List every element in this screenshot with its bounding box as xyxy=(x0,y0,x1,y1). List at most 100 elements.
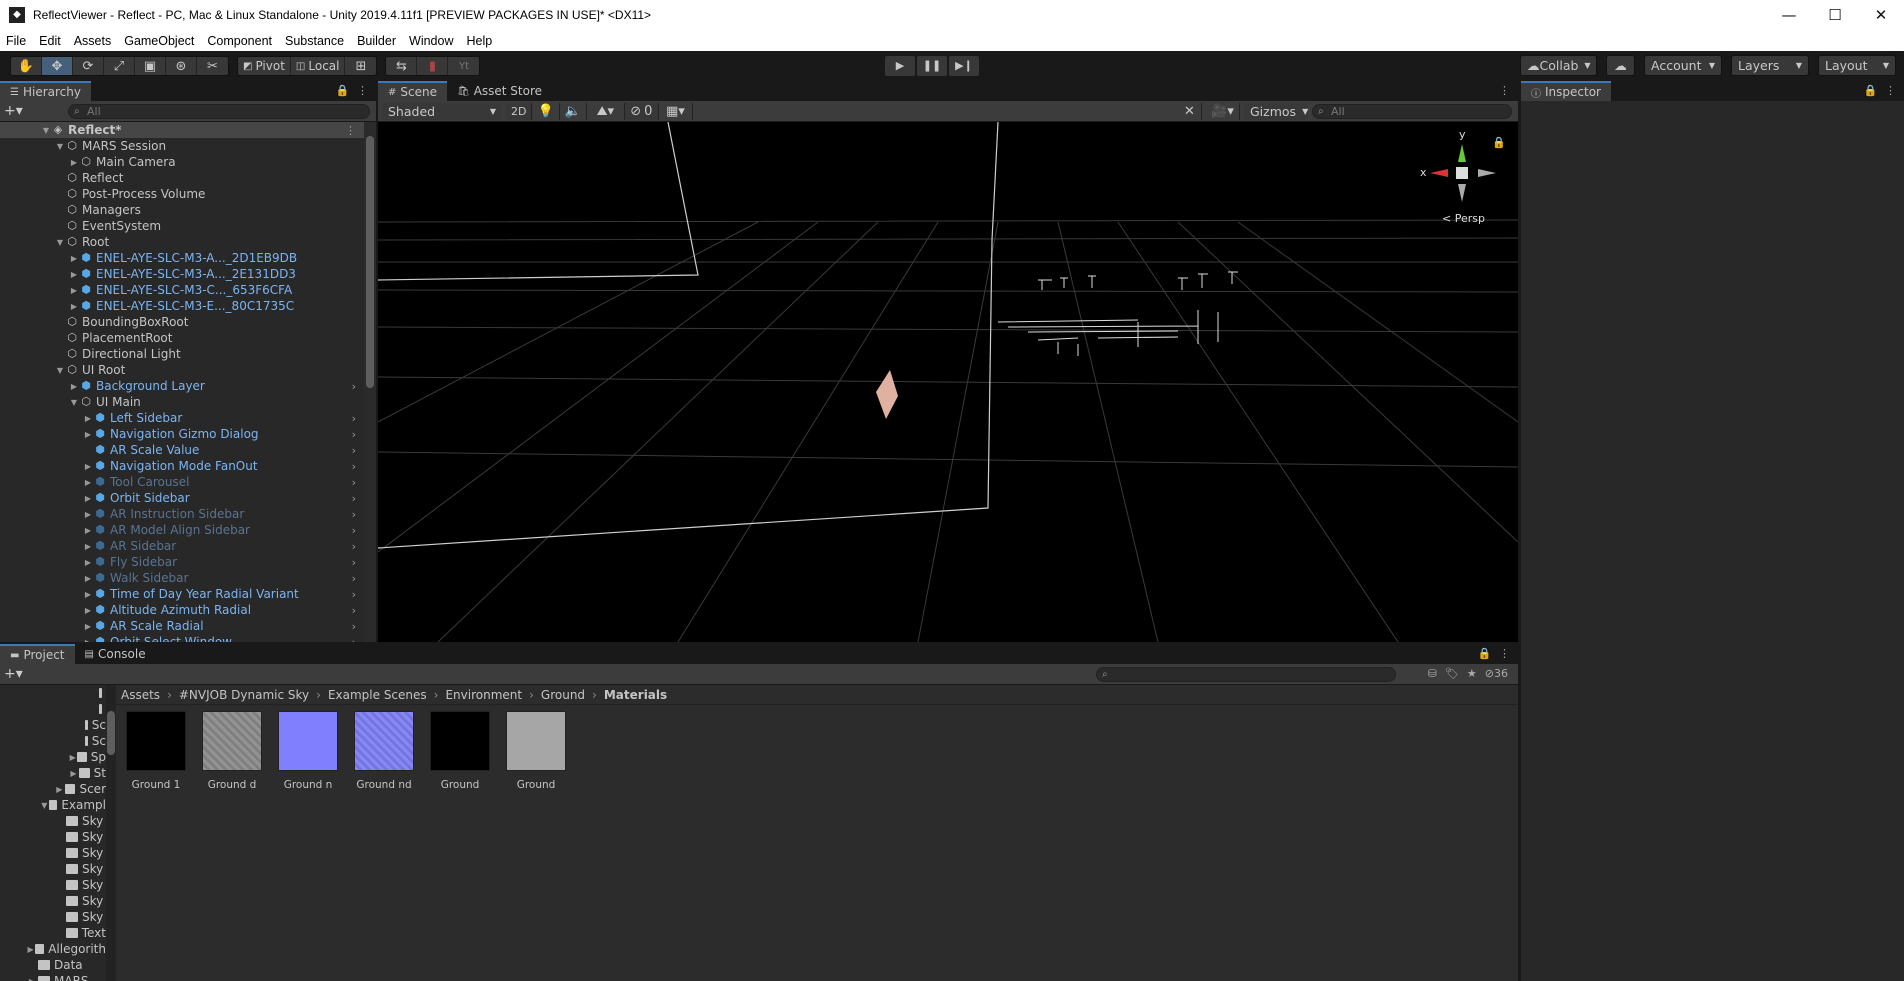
project-tree-item[interactable] xyxy=(0,701,106,717)
project-tree-item[interactable]: ▼ Exampl xyxy=(0,797,106,813)
breadcrumb-item[interactable]: #NVJOB Dynamic Sky xyxy=(179,688,309,702)
project-tree-scrollbar[interactable] xyxy=(106,685,116,981)
scene-viewport[interactable]: y x < Persp 🔒 xyxy=(378,122,1518,642)
tools-icon[interactable]: ✕ xyxy=(1178,103,1202,120)
project-tree-item[interactable]: Sky xyxy=(0,861,106,877)
open-prefab-chevron-icon[interactable]: › xyxy=(352,556,356,569)
hierarchy-row[interactable]: ▶ ⬢ Altitude Azimuth Radial › xyxy=(0,602,364,618)
effects-icon[interactable]: ⛰▾ xyxy=(587,102,625,120)
hierarchy-row[interactable]: ▼ ⬡ UI Root xyxy=(0,362,364,378)
expand-arrow-icon[interactable]: ▶ xyxy=(68,753,77,762)
favorite-star-icon[interactable]: ★ xyxy=(1467,667,1477,680)
collapse-arrow-icon[interactable]: ▶ xyxy=(68,270,80,279)
scene-orientation-gizmo[interactable]: y x < Persp 🔒 xyxy=(1420,128,1506,225)
asset-item[interactable]: Ground n xyxy=(272,711,344,791)
breadcrumb-item[interactable]: Example Scenes xyxy=(328,688,427,702)
project-tree-item[interactable]: Sky xyxy=(0,893,106,909)
project-tree-item[interactable]: Sc xyxy=(0,717,106,733)
account-dropdown[interactable]: Account ▼ xyxy=(1644,55,1722,76)
hierarchy-row[interactable]: ▼ ⬡ Root xyxy=(0,234,364,250)
hierarchy-row[interactable]: ▶ ⬢ Navigation Gizmo Dialog › xyxy=(0,426,364,442)
hierarchy-row[interactable]: ⬡ Reflect xyxy=(0,170,364,186)
project-tree-item[interactable]: Sc xyxy=(0,733,106,749)
expand-arrow-icon[interactable]: ▼ xyxy=(68,398,80,407)
open-prefab-chevron-icon[interactable]: › xyxy=(352,476,356,489)
hierarchy-row[interactable]: ⬡ EventSystem xyxy=(0,218,364,234)
collapse-arrow-icon[interactable]: ▶ xyxy=(68,286,80,295)
collapse-arrow-icon[interactable]: ▶ xyxy=(68,158,80,167)
open-prefab-chevron-icon[interactable]: › xyxy=(352,508,356,521)
panel-menu-icon[interactable]: ⋮ xyxy=(1499,84,1512,97)
hierarchy-row[interactable]: ▼ ⬡ UI Main xyxy=(0,394,364,410)
menu-component[interactable]: Component xyxy=(207,34,272,48)
open-prefab-chevron-icon[interactable]: › xyxy=(352,604,356,617)
collapse-arrow-icon[interactable]: ▶ xyxy=(82,494,94,503)
hierarchy-row[interactable]: ⬡ Post-Process Volume xyxy=(0,186,364,202)
hidden-packages-toggle[interactable]: ⊘36 xyxy=(1485,667,1508,680)
menu-file[interactable]: File xyxy=(6,34,26,48)
scene-menu-icon[interactable]: ⋮ xyxy=(345,124,356,137)
menu-assets[interactable]: Assets xyxy=(74,34,112,48)
breadcrumb-item[interactable]: Assets xyxy=(121,688,160,702)
open-prefab-chevron-icon[interactable]: › xyxy=(352,540,356,553)
expand-arrow-icon[interactable]: ▼ xyxy=(40,801,49,810)
open-prefab-chevron-icon[interactable]: › xyxy=(352,460,356,473)
collapse-arrow-icon[interactable]: ▶ xyxy=(82,478,94,487)
asset-item[interactable]: Ground d xyxy=(196,711,268,791)
tab-scene[interactable]: # Scene xyxy=(378,81,447,101)
menu-builder[interactable]: Builder xyxy=(357,34,396,48)
hierarchy-row[interactable]: ▶ ⬢ Fly Sidebar › xyxy=(0,554,364,570)
hierarchy-scrollbar[interactable] xyxy=(364,122,376,642)
asset-item[interactable]: Ground xyxy=(500,711,572,791)
filter-label-icon[interactable]: 🏷 xyxy=(1445,667,1459,680)
open-prefab-chevron-icon[interactable]: › xyxy=(352,428,356,441)
collapse-arrow-icon[interactable]: ▶ xyxy=(82,430,94,439)
hierarchy-row[interactable]: ⬢ AR Scale Value › xyxy=(0,442,364,458)
expand-arrow-icon[interactable]: ▶ xyxy=(68,769,79,778)
menu-help[interactable]: Help xyxy=(466,34,492,48)
collapse-arrow-icon[interactable]: ▶ xyxy=(68,382,80,391)
toggle-2d-button[interactable]: 2D xyxy=(506,102,533,120)
menu-window[interactable]: Window xyxy=(409,34,453,48)
collapse-arrow-icon[interactable]: ▶ xyxy=(82,558,94,567)
minimize-button[interactable]: — xyxy=(1766,0,1812,30)
scene-search-input[interactable]: All xyxy=(1312,104,1512,119)
open-prefab-chevron-icon[interactable]: › xyxy=(352,412,356,425)
hierarchy-row[interactable]: ▶ ⬢ ENEL-AYE-SLC-M3-C..._653F6CFA xyxy=(0,282,364,298)
tab-asset-store[interactable]: 🛍 Asset Store xyxy=(446,81,553,101)
asset-item[interactable]: Ground nd xyxy=(348,711,420,791)
gizmos-dropdown[interactable]: Gizmos ▼ xyxy=(1244,103,1308,120)
hierarchy-row[interactable]: ▶ ⬢ AR Scale Radial › xyxy=(0,618,364,634)
hierarchy-row[interactable]: ▶ ⬡ Main Camera xyxy=(0,154,364,170)
builder-tool-icon[interactable]: ▮ xyxy=(417,57,449,75)
expand-arrow-icon[interactable]: ▼ xyxy=(40,126,52,135)
project-tree-item[interactable]: Sky xyxy=(0,877,106,893)
hierarchy-row[interactable]: ▶ ⬢ Time of Day Year Radial Variant › xyxy=(0,586,364,602)
hierarchy-row[interactable]: ▶ ⬢ Tool Carousel › xyxy=(0,474,364,490)
hierarchy-row[interactable]: ▶ ⬢ Walk Sidebar › xyxy=(0,570,364,586)
project-tree-item[interactable]: Sky xyxy=(0,829,106,845)
project-tree-item[interactable]: Sky xyxy=(0,845,106,861)
menu-gameobject[interactable]: GameObject xyxy=(124,34,194,48)
scrollbar-thumb[interactable] xyxy=(107,711,115,755)
open-prefab-chevron-icon[interactable]: › xyxy=(352,620,356,633)
collapse-arrow-icon[interactable]: ▶ xyxy=(82,526,94,535)
expand-arrow-icon[interactable]: ▼ xyxy=(54,366,66,375)
asset-item[interactable]: Ground 1 xyxy=(120,711,192,791)
hierarchy-row[interactable]: ▼ ⬡ MARS Session xyxy=(0,138,364,154)
hierarchy-row[interactable]: ▶ ⬢ Left Sidebar › xyxy=(0,410,364,426)
menu-substance[interactable]: Substance xyxy=(285,34,344,48)
project-tree-item[interactable]: ▶ St xyxy=(0,765,106,781)
collapse-arrow-icon[interactable]: ▶ xyxy=(82,542,94,551)
scale-tool-icon[interactable]: ⤢ xyxy=(104,57,135,75)
yt-tool-icon[interactable]: Yt xyxy=(448,57,479,75)
hierarchy-row[interactable]: ▶ ⬢ Background Layer › xyxy=(0,378,364,394)
audio-icon[interactable]: 🔈 xyxy=(560,102,587,120)
hierarchy-row[interactable]: ▶ ⬢ AR Model Align Sidebar › xyxy=(0,522,364,538)
move-tool-icon[interactable]: ✥ xyxy=(42,57,73,75)
expand-arrow-icon[interactable]: ▼ xyxy=(54,142,66,151)
collapse-arrow-icon[interactable]: ▶ xyxy=(82,606,94,615)
panel-menu-icon[interactable]: 🔒 ⋮ xyxy=(336,84,370,97)
project-tree-item[interactable]: Sky xyxy=(0,813,106,829)
lighting-icon[interactable]: 💡 xyxy=(532,102,560,120)
